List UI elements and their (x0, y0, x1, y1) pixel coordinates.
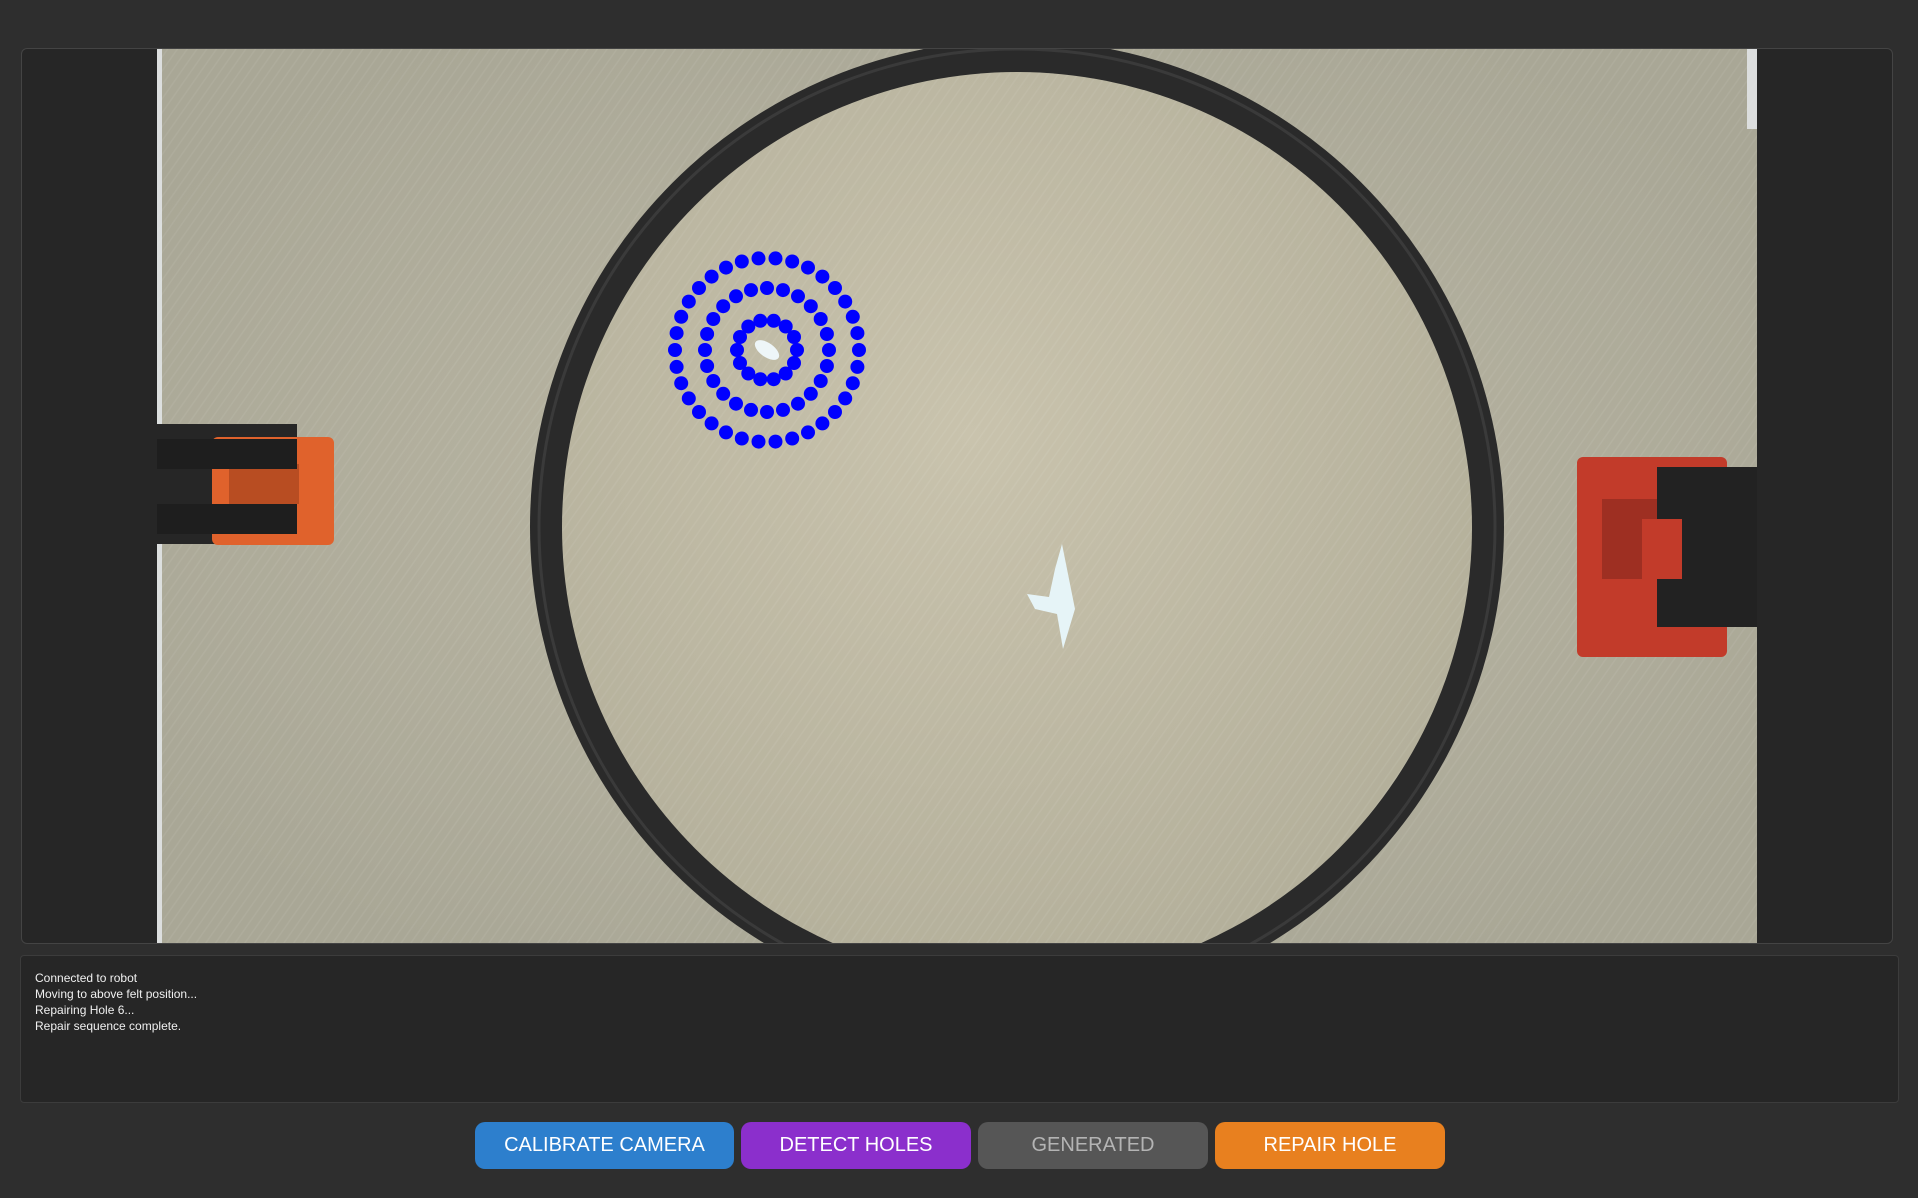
spiral-dot (828, 405, 842, 419)
spiral-dot (753, 372, 768, 387)
spiral-dot (674, 376, 689, 391)
spiral-dot (791, 396, 805, 411)
spiral-dot (803, 386, 818, 401)
spiral-dot (681, 294, 696, 309)
log-line: Connected to robot (35, 971, 138, 985)
spiral-dot (766, 313, 781, 328)
spiral-dot (852, 343, 866, 357)
spiral-dot (744, 283, 758, 298)
camera-feed (157, 49, 1757, 943)
spiral-dot (706, 374, 721, 388)
spiral-dot (776, 283, 790, 298)
spiral-dot (760, 281, 774, 295)
log-line: Repair sequence complete. (35, 1019, 182, 1033)
spiral-dot (760, 405, 774, 419)
spiral-dot (668, 343, 682, 357)
spiral-dot (734, 254, 749, 269)
spiral-dot (700, 327, 715, 341)
spiral-dot (819, 359, 834, 373)
spiral-dot (785, 431, 800, 446)
spiral-dot (674, 309, 689, 324)
detect-holes-button[interactable]: DETECT HOLES (741, 1122, 971, 1169)
generated-button: GENERATED (978, 1122, 1208, 1169)
spiral-dot (700, 359, 715, 373)
spiral-dot (704, 269, 719, 284)
status-log: Connected to robot Moving to above felt … (20, 955, 1899, 1103)
spiral-dot (776, 402, 790, 417)
spiral-dot (815, 416, 830, 431)
left-clamp (157, 424, 334, 545)
spiral-dot (706, 312, 721, 326)
spiral-dot (719, 425, 733, 440)
spiral-dot (766, 372, 781, 387)
log-line: Repairing Hole 6... (35, 1003, 135, 1017)
spiral-dot (751, 434, 766, 449)
repair-hole-button[interactable]: REPAIR HOLE (1215, 1122, 1445, 1169)
spiral-dot (813, 374, 828, 388)
app-window: Connected to robot Moving to above felt … (0, 0, 1918, 1198)
spiral-dot (791, 289, 805, 304)
spiral-dot (819, 327, 834, 341)
spiral-dot (785, 254, 800, 269)
spiral-dot (768, 434, 783, 449)
spiral-dot (838, 294, 853, 309)
spiral-dot (815, 269, 830, 284)
spiral-dot (768, 251, 783, 266)
spiral-dot (692, 405, 706, 419)
spiral-dot (669, 326, 684, 341)
spiral-dot (719, 260, 733, 275)
log-line: Moving to above felt position... (35, 987, 198, 1001)
spiral-dot (698, 343, 712, 357)
spiral-dot (692, 281, 706, 295)
spiral-dot (845, 376, 860, 391)
spiral-dot (838, 391, 853, 406)
spiral-dot (716, 299, 731, 314)
spiral-dot (681, 391, 696, 406)
spiral-dot (730, 343, 744, 357)
spiral-dot (850, 326, 865, 341)
camera-view-panel (21, 48, 1893, 944)
spiral-dot (801, 425, 815, 440)
spiral-dot (845, 309, 860, 324)
spiral-dot (813, 312, 828, 326)
right-clamp (1577, 457, 1757, 657)
spiral-dot (744, 402, 758, 417)
spiral-dot (790, 343, 804, 357)
spiral-dot (729, 396, 743, 411)
spiral-dot (733, 356, 747, 370)
spiral-dot (803, 299, 818, 314)
spiral-dot (828, 281, 842, 295)
spiral-dot (734, 431, 749, 446)
spiral-dot (729, 289, 743, 304)
spiral-dot (801, 260, 815, 275)
spiral-dot (753, 313, 768, 328)
spiral-dot (787, 330, 801, 344)
spiral-dot (850, 359, 865, 374)
spiral-dot (741, 319, 756, 334)
action-toolbar: CALIBRATE CAMERA DETECT HOLES GENERATED … (0, 1122, 1918, 1169)
spiral-dot (704, 416, 719, 431)
spiral-dot (751, 251, 766, 266)
spiral-dot (669, 359, 684, 374)
spiral-dot (716, 386, 731, 401)
calibrate-camera-button[interactable]: CALIBRATE CAMERA (475, 1122, 734, 1169)
spiral-dot (822, 343, 836, 357)
spiral-dot (778, 366, 793, 381)
